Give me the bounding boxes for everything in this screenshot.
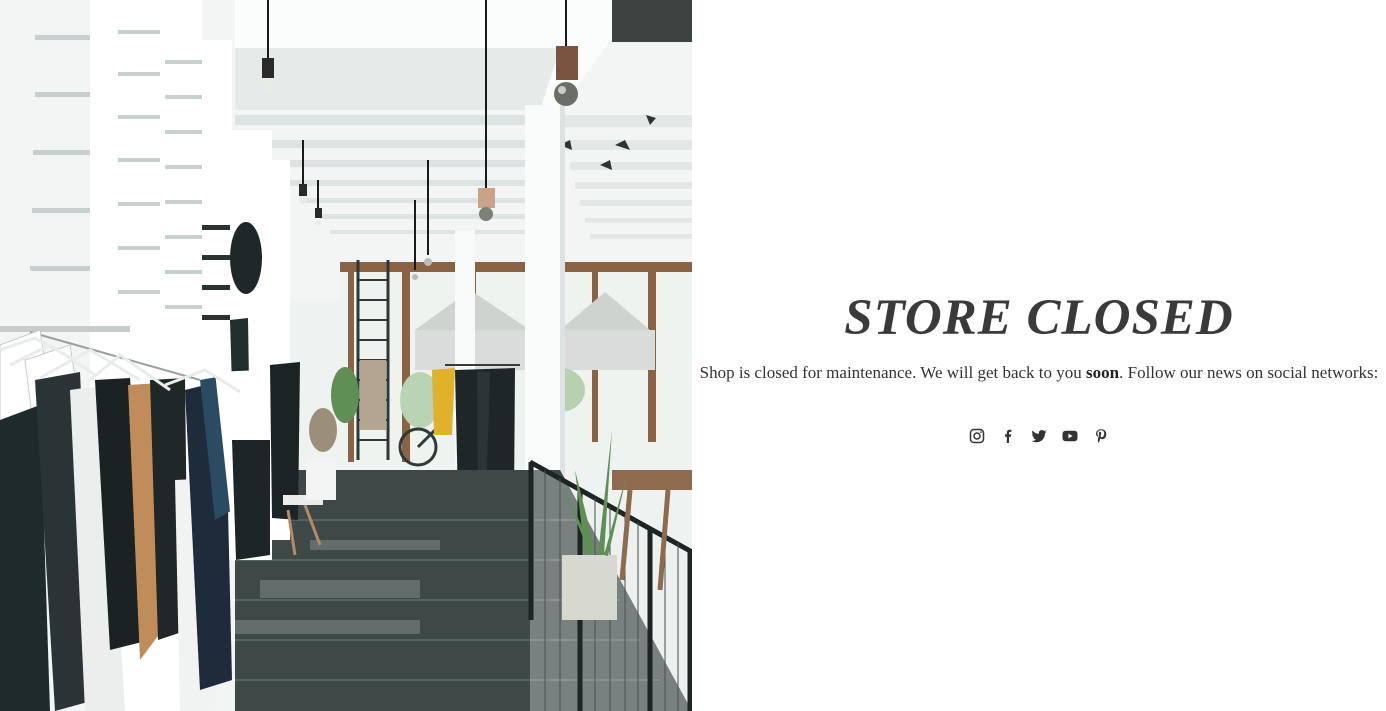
instagram-icon bbox=[969, 428, 985, 444]
youtube-link[interactable] bbox=[1060, 424, 1080, 448]
social-links bbox=[692, 424, 1386, 448]
pinterest-icon bbox=[1096, 429, 1107, 443]
message-emphasis: soon bbox=[1086, 363, 1120, 382]
instagram-link[interactable] bbox=[967, 424, 987, 448]
store-closed-page: STORE CLOSED Shop is closed for maintena… bbox=[0, 0, 1386, 711]
youtube-icon bbox=[1062, 430, 1078, 442]
twitter-link[interactable] bbox=[1029, 424, 1049, 448]
store-interior-photo bbox=[0, 0, 692, 711]
store-closed-panel: STORE CLOSED Shop is closed for maintena… bbox=[692, 0, 1386, 711]
message-text: Shop is closed for maintenance. We will … bbox=[699, 363, 1087, 382]
pinterest-link[interactable] bbox=[1091, 424, 1111, 448]
page-title: STORE CLOSED bbox=[844, 290, 1234, 346]
twitter-icon bbox=[1031, 430, 1047, 443]
facebook-link[interactable] bbox=[998, 424, 1018, 448]
message-text-end: . Follow our news on social networks: bbox=[1119, 363, 1379, 382]
facebook-icon bbox=[1005, 429, 1012, 443]
maintenance-message: Shop is closed for maintenance. We will … bbox=[692, 362, 1386, 384]
